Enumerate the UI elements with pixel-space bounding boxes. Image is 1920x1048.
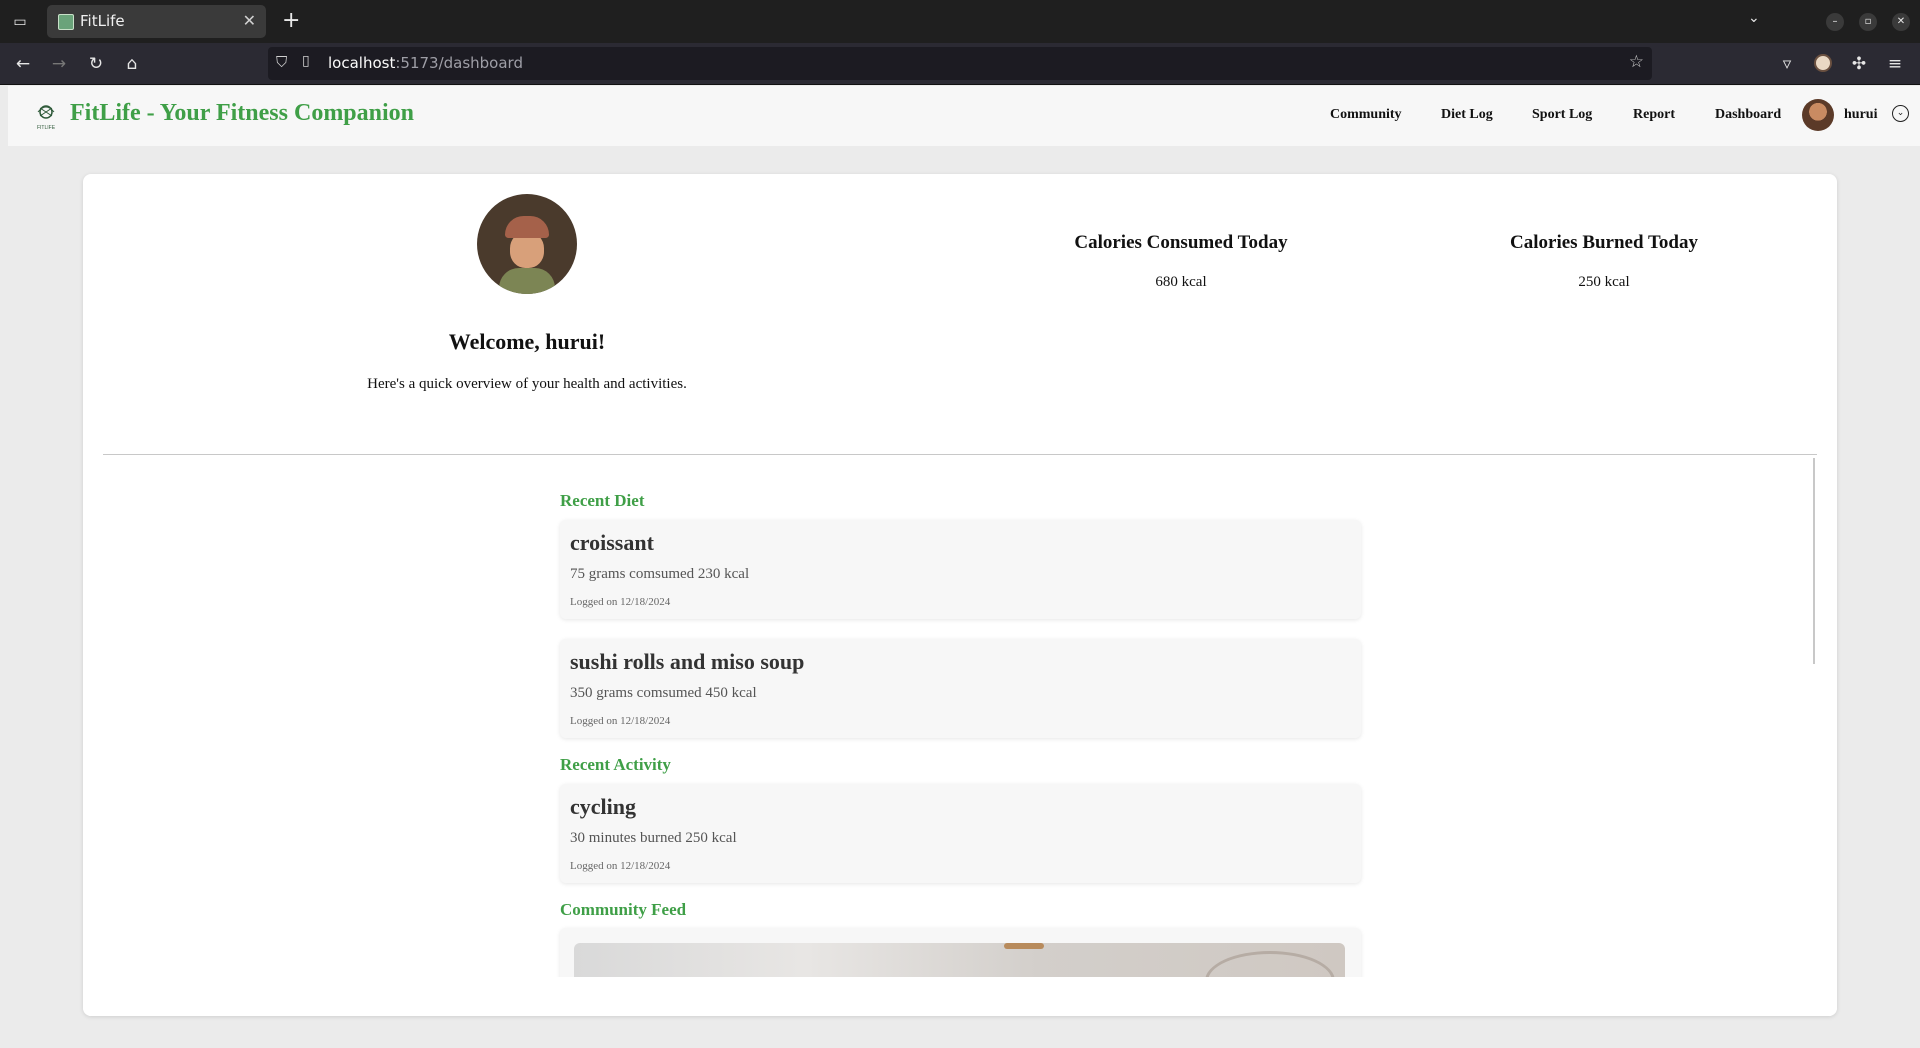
inner-scrollbar[interactable] [1813,458,1815,664]
page-gutter [0,146,8,1048]
restore-icon[interactable]: ▫ [1859,13,1877,31]
profile-avatar [477,194,577,294]
entry-date: Logged on 12/18/2024 [570,596,671,608]
user-avatar[interactable] [1802,99,1834,131]
activity-entry: cycling 30 minutes burned 250 kcal Logge… [560,784,1361,883]
list-all-tabs-icon[interactable]: ⌄ [1748,10,1760,26]
reload-icon[interactable]: ↻ [85,53,107,75]
browser-toolbar: ← → ↻ ⌂ ⛉ ▯ localhost:5173/dashboard ☆ ▿… [0,43,1920,85]
nav-sport-log[interactable]: Sport Log [1532,107,1592,123]
menu-icon[interactable]: ≡ [1884,53,1906,75]
nav-community[interactable]: Community [1330,107,1402,123]
dashboard-card: Welcome, hurui! Here's a quick overview … [83,174,1837,1016]
diet-entry: sushi rolls and miso soup 350 grams coms… [560,639,1361,738]
home-icon[interactable]: ⌂ [121,53,143,75]
bookmark-star-icon[interactable]: ☆ [1629,52,1644,72]
shield-icon[interactable]: ⛉ [276,53,287,71]
entry-date: Logged on 12/18/2024 [570,715,671,727]
calories-burned-value: 250 kcal [1578,274,1630,290]
account-icon[interactable] [1814,54,1832,72]
entry-name: croissant [570,530,654,555]
chevron-down-icon[interactable]: ⌄ [1892,105,1909,122]
nav-report[interactable]: Report [1633,107,1675,123]
browser-tab-bar: ▭ FitLife ✕ + ⌄ – ▫ ✕ [0,0,1920,43]
divider [103,454,1817,455]
entry-date: Logged on 12/18/2024 [570,860,671,872]
recent-activity-heading: Recent Activity [560,755,671,774]
welcome-heading: Welcome, hurui! [448,329,606,354]
header-username[interactable]: hurui [1844,107,1877,123]
entry-name: cycling [570,794,636,819]
app-header: FITLIFE FitLife - Your Fitness Companion… [8,86,1920,146]
close-tab-icon[interactable]: ✕ [243,11,256,30]
forward-icon[interactable]: → [48,53,70,75]
browser-tab[interactable]: FitLife ✕ [47,5,266,38]
minimize-icon[interactable]: – [1826,13,1844,31]
new-tab-icon[interactable]: + [282,8,300,34]
address-bar[interactable]: ⛉ ▯ localhost:5173/dashboard ☆ [268,47,1652,80]
tab-list-icon[interactable]: ▭ [10,12,30,32]
entry-description: 30 minutes burned 250 kcal [570,830,737,846]
calories-burned-title: Calories Burned Today [1510,232,1698,253]
calories-consumed-title: Calories Consumed Today [1074,232,1288,253]
pocket-icon[interactable]: ▿ [1776,53,1798,75]
favicon-icon [58,14,74,30]
nav-diet-log[interactable]: Diet Log [1441,107,1493,123]
community-feed-heading: Community Feed [560,900,687,919]
back-icon[interactable]: ← [12,53,34,75]
nav-dashboard[interactable]: Dashboard [1715,107,1781,123]
close-window-icon[interactable]: ✕ [1892,13,1910,31]
entry-description: 350 grams comsumed 450 kcal [570,685,757,701]
entry-name: sushi rolls and miso soup [570,649,805,674]
tab-title: FitLife [80,12,125,30]
welcome-subtitle: Here's a quick overview of your health a… [367,376,687,392]
svg-text:FITLIFE: FITLIFE [37,125,56,131]
fitlife-logo[interactable]: FITLIFE [30,100,62,132]
entry-description: 75 grams comsumed 230 kcal [570,566,750,582]
recent-diet-heading: Recent Diet [560,491,645,510]
url-text: localhost:5173/dashboard [328,54,523,72]
calories-consumed-value: 680 kcal [1155,274,1207,290]
app-brand-title[interactable]: FitLife - Your Fitness Companion [70,100,414,127]
card-bottom-padding [83,977,1837,1016]
diet-entry: croissant 75 grams comsumed 230 kcal Log… [560,520,1361,619]
extensions-icon[interactable]: ✣ [1848,53,1870,75]
page-info-icon[interactable]: ▯ [302,53,310,69]
